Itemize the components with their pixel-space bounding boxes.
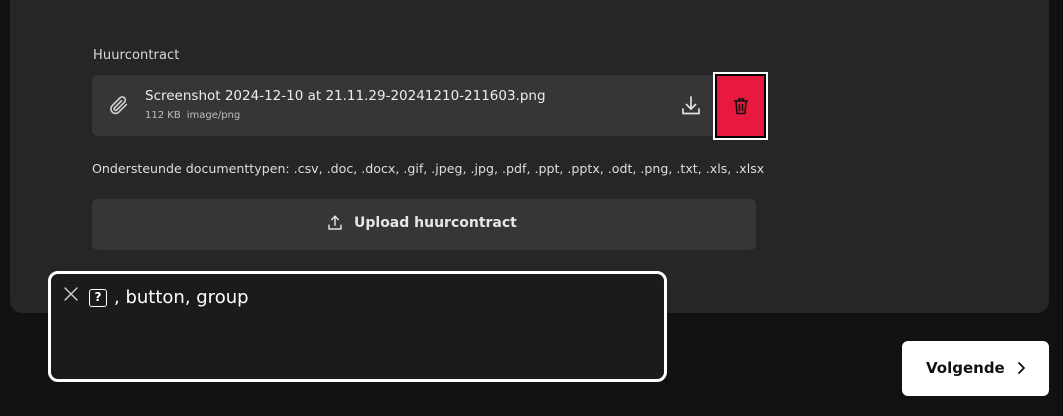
- file-meta: 112 KB image/png: [145, 110, 240, 121]
- download-icon[interactable]: [679, 94, 703, 118]
- upload-icon: [328, 215, 342, 230]
- upload-button[interactable]: Upload huurcontract: [92, 199, 756, 250]
- file-type: image/png: [186, 110, 241, 121]
- chevron-right-icon: [1018, 362, 1025, 374]
- file-name: Screenshot 2024-12-10 at 21.11.29-202412…: [145, 88, 546, 104]
- close-icon[interactable]: [63, 286, 79, 302]
- tooltip-text: , button, group: [114, 287, 249, 308]
- question-icon: ?: [89, 289, 107, 307]
- delete-file-button[interactable]: [713, 72, 768, 140]
- supported-types-text: Ondersteunde documenttypen: .csv, .doc, …: [92, 161, 765, 176]
- trash-icon: [733, 98, 749, 115]
- field-label: Huurcontract: [93, 48, 180, 63]
- form-card: [10, 0, 1049, 313]
- page: Huurcontract Screenshot 2024-12-10 at 21…: [0, 0, 1063, 416]
- file-size: 112 KB: [145, 110, 181, 121]
- paperclip-icon: [110, 96, 128, 115]
- upload-button-content: Upload huurcontract: [326, 214, 517, 232]
- uploaded-file-row: [92, 75, 756, 136]
- upload-button-label: Upload huurcontract: [354, 215, 517, 231]
- accessibility-tooltip: ? , button, group: [48, 271, 667, 382]
- next-button[interactable]: Volgende: [902, 341, 1049, 396]
- next-button-label: Volgende: [926, 359, 1005, 377]
